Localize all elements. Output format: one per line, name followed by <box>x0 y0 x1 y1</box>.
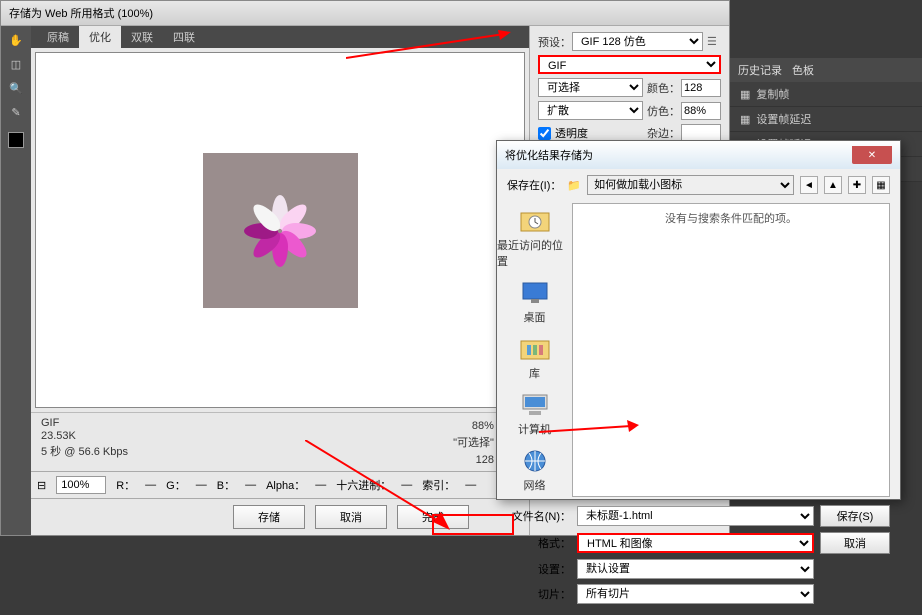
dialog-cancel-button[interactable]: 取消 <box>820 532 890 554</box>
color-swatch[interactable] <box>8 132 24 148</box>
savein-label: 保存在(I)： <box>507 177 561 193</box>
folder-icon: 📁 <box>567 179 581 192</box>
file-list[interactable]: 没有与搜索条件匹配的项。 <box>572 203 890 497</box>
dialog-title: 将优化结果存储为 <box>505 147 593 163</box>
dialog-save-button[interactable]: 保存(S) <box>820 505 890 527</box>
hand-tool-icon[interactable]: ✋ <box>6 30 26 50</box>
preset-label: 预设： <box>538 34 568 50</box>
newfolder-icon[interactable]: ✚ <box>848 176 866 194</box>
tool-column: ✋ ◫ 🔍 ✎ <box>1 26 31 535</box>
place-desktop[interactable]: 桌面 <box>519 279 551 325</box>
history-tab[interactable]: 历史记录 <box>738 62 782 78</box>
window-title: 存储为 Web 所用格式 (100%) <box>1 1 729 26</box>
back-icon[interactable]: ◄ <box>800 176 818 194</box>
preview-tabs: 原稿 优化 双联 四联 <box>31 26 529 48</box>
transparency-checkbox[interactable] <box>538 127 551 140</box>
tab-optimized[interactable]: 优化 <box>79 26 121 48</box>
format-select-dialog[interactable]: HTML 和图像 <box>577 533 814 553</box>
zoom-input[interactable] <box>56 476 106 494</box>
format-select[interactable]: GIF <box>538 55 721 74</box>
filename-label: 文件名(N)： <box>507 508 571 524</box>
slices-select[interactable]: 所有切片 <box>577 584 814 604</box>
zoom-tool-icon[interactable]: 🔍 <box>6 78 26 98</box>
preview-canvas <box>35 52 525 408</box>
settings-label: 设置： <box>507 561 571 577</box>
format-label: 格式： <box>507 535 571 551</box>
place-libraries[interactable]: 库 <box>519 335 551 381</box>
cancel-button[interactable]: 取消 <box>315 505 387 529</box>
done-button[interactable]: 完成 <box>397 505 469 529</box>
save-button[interactable]: 存储 <box>233 505 305 529</box>
artwork <box>203 153 358 308</box>
history-item[interactable]: ▦ 复制帧 <box>730 82 922 107</box>
diffusion-select[interactable]: 扩散 <box>538 101 643 120</box>
settings-select[interactable]: 默认设置 <box>577 559 814 579</box>
filename-input[interactable]: 未标题-1.html <box>577 506 814 526</box>
status-bar: ⊟ R：— G：— B：— Alpha：— 十六进制：— 索引：— <box>31 471 529 498</box>
views-icon[interactable]: ▦ <box>872 176 890 194</box>
info-left: GIF 23.53K 5 秒 @ 56.6 Kbps <box>41 417 128 467</box>
place-computer[interactable]: 计算机 <box>518 391 551 437</box>
reduction-select[interactable]: 可选择 <box>538 78 643 97</box>
close-icon[interactable]: ✕ <box>852 146 892 164</box>
save-as-dialog: 将优化结果存储为 ✕ 保存在(I)： 📁 如何做加载小图标 ◄ ▲ ✚ ▦ 最近… <box>496 140 901 500</box>
tab-4up[interactable]: 四联 <box>163 26 205 48</box>
place-network[interactable]: 网络 <box>519 447 551 493</box>
savein-select[interactable]: 如何做加载小图标 <box>587 175 794 195</box>
dither-input[interactable] <box>681 102 721 120</box>
slice-tool-icon[interactable]: ◫ <box>6 54 26 74</box>
places-bar: 最近访问的位置 桌面 库 计算机 网络 <box>497 201 572 499</box>
history-item[interactable]: ▦ 设置帧延迟 <box>730 107 922 132</box>
eyedropper-tool-icon[interactable]: ✎ <box>6 102 26 122</box>
slices-label: 切片： <box>507 586 571 602</box>
preset-select[interactable]: GIF 128 仿色 <box>572 32 703 51</box>
place-recent[interactable]: 最近访问的位置 <box>497 207 572 269</box>
gear-icon[interactable]: ☰ <box>707 35 721 49</box>
tab-2up[interactable]: 双联 <box>121 26 163 48</box>
colors-input[interactable] <box>681 79 721 97</box>
up-icon[interactable]: ▲ <box>824 176 842 194</box>
swatches-tab[interactable]: 色板 <box>792 62 814 78</box>
tab-original[interactable]: 原稿 <box>37 26 79 48</box>
